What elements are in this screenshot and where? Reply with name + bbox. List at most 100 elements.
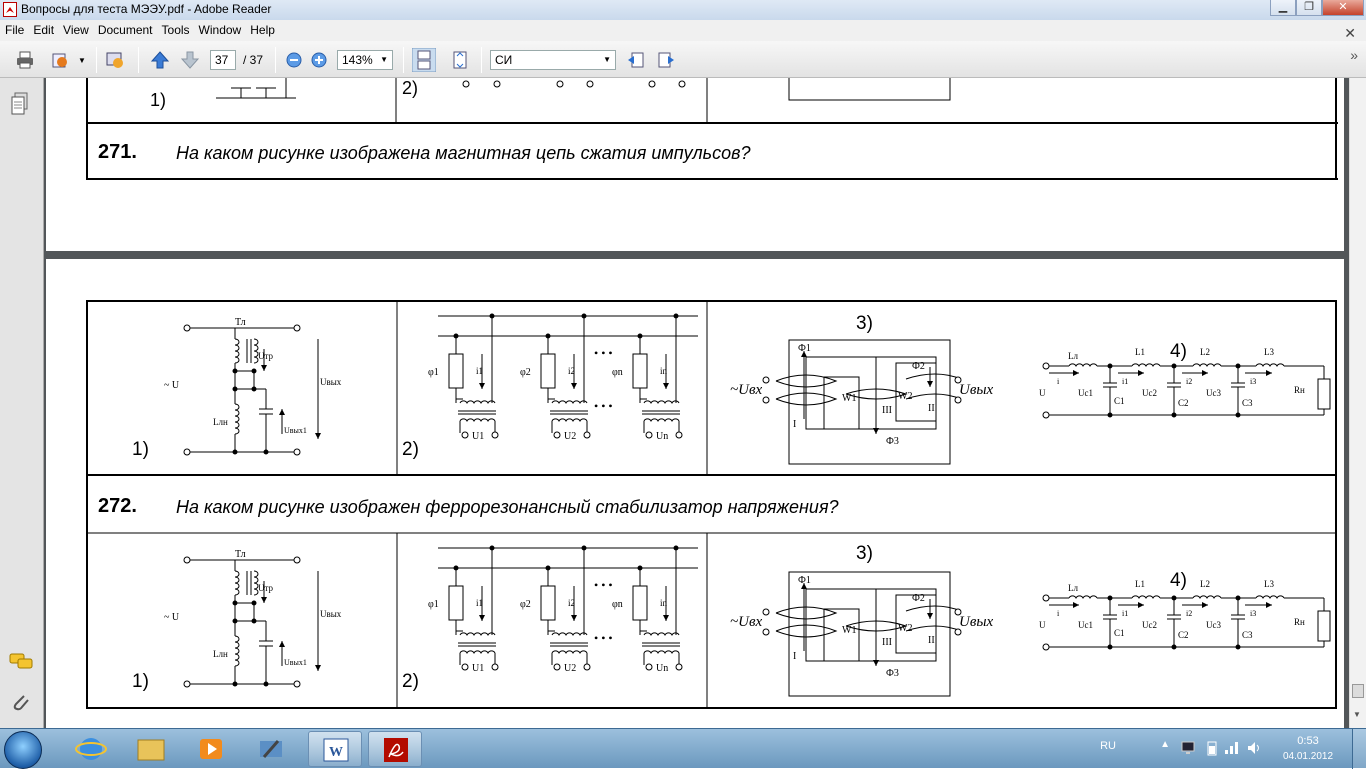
line-inductor	[1068, 595, 1098, 600]
adobe-reader-icon	[384, 738, 408, 762]
figure-label-3-repeat: 3)	[856, 543, 873, 564]
clock-date[interactable]: 04.01.2012	[1278, 751, 1338, 762]
pages-panel-icon[interactable]	[10, 92, 30, 116]
menu-edit[interactable]: Edit	[28, 20, 58, 37]
pdf-app-icon	[3, 2, 17, 17]
start-button[interactable]	[4, 731, 42, 769]
taskbar-ie[interactable]	[64, 731, 118, 767]
fig3-label-uout: Uвых	[959, 614, 994, 630]
comments-icon[interactable]	[9, 652, 33, 672]
taskbar-tools[interactable]	[244, 731, 298, 767]
find-next-icon[interactable]	[656, 50, 676, 70]
arrow-head	[1073, 602, 1079, 608]
terminal	[1042, 594, 1050, 602]
volume-icon[interactable]	[1246, 740, 1262, 756]
inductor-l3	[1255, 595, 1285, 600]
share-dropdown-icon[interactable]: ▼	[78, 56, 86, 65]
fig4-label-uc1: Uc1	[1078, 620, 1093, 630]
pdf-page-previous: 1) 2) 271. На каком рисунке изображена м…	[46, 78, 1344, 251]
taskbar: W RU ▲ 0:53 04.01.2012	[0, 728, 1366, 769]
page-number-input[interactable]: 37	[210, 50, 236, 70]
menu-view[interactable]: View	[58, 20, 93, 37]
battery-icon[interactable]	[1206, 740, 1218, 756]
attach-icon[interactable]	[105, 50, 125, 70]
attachments-icon[interactable]	[10, 692, 32, 714]
toolbar-expand-icon[interactable]: »	[1350, 47, 1358, 63]
fig2-label-phi-3: φn	[612, 599, 623, 610]
minimize-button[interactable]: ▁	[1270, 0, 1296, 16]
fig2-label-u-2: U2	[564, 663, 576, 674]
zoom-select[interactable]: 143% ▼	[337, 50, 393, 70]
close-document-icon[interactable]: ✕	[1339, 22, 1360, 42]
question-271-number: 271.	[98, 141, 137, 163]
fig2-label-phi-3: φn	[612, 367, 623, 378]
node	[263, 681, 269, 687]
scrolling-mode-icon[interactable]	[412, 48, 436, 72]
print-icon[interactable]	[15, 50, 35, 70]
find-previous-icon[interactable]	[626, 50, 646, 70]
menu-bar: File Edit View Document Tools Window Help ✕	[0, 20, 1366, 41]
previous-page-icon[interactable]	[150, 50, 170, 70]
find-input[interactable]: СИ ▼	[490, 50, 616, 70]
fig4-label-uc1: Uc1	[1078, 388, 1093, 398]
taskbar-word[interactable]: W	[308, 731, 362, 767]
fig4-label-c2: C2	[1178, 398, 1189, 408]
question-272-number: 272.	[98, 495, 137, 517]
taskbar-adobe-reader[interactable]	[368, 731, 422, 767]
show-desktop-button[interactable]	[1352, 729, 1366, 769]
fig4-label-u: U	[1039, 388, 1046, 398]
fig2-label-phi-1: φ1	[428, 367, 439, 378]
share-icon[interactable]	[50, 50, 70, 70]
maximize-button[interactable]: ❐	[1296, 0, 1322, 16]
nonlinear-resistor	[540, 585, 556, 621]
language-indicator[interactable]: RU	[1100, 740, 1116, 752]
fig3-label-f1: Ф1	[798, 575, 811, 586]
fig2-label-u-1: U1	[472, 663, 484, 674]
fig3-label-f2: Ф2	[912, 361, 925, 372]
fig4-label-c3: C3	[1242, 398, 1253, 408]
document-viewport[interactable]: 1) 2) 271. На каком рисунке изображена м…	[0, 78, 1349, 728]
zoom-dropdown-icon[interactable]: ▼	[380, 55, 388, 64]
terminal-in-top	[183, 324, 191, 332]
question-272-text: На каком рисунке изображен феррорезонанс…	[176, 497, 839, 517]
signal-icon[interactable]	[1224, 739, 1240, 755]
menu-file[interactable]: File	[0, 20, 28, 37]
network-icon[interactable]	[1180, 741, 1196, 755]
arrow-head	[1202, 370, 1208, 376]
terminal	[553, 431, 561, 439]
arrow-head	[1073, 370, 1079, 376]
vertical-scrollbar[interactable]: ▼	[1349, 78, 1366, 728]
node	[1171, 412, 1177, 418]
terminal	[583, 431, 591, 439]
fig4-label-i: i	[1057, 609, 1060, 618]
terminal-in-bottom	[183, 680, 191, 688]
transformer-secondary-coil	[643, 650, 680, 655]
menu-help[interactable]: Help	[245, 20, 279, 37]
next-page-icon[interactable]	[180, 50, 200, 70]
terminal-out-top	[293, 324, 301, 332]
find-dropdown-icon[interactable]: ▼	[603, 55, 611, 64]
menu-document[interactable]: Document	[93, 20, 157, 37]
fig3-label-f3: Ф3	[886, 436, 899, 447]
scrollbar-thumb[interactable]	[1352, 684, 1364, 698]
title-bar: Вопросы для теста МЭЭУ.pdf - Adobe Reade…	[0, 0, 1366, 20]
menu-tools[interactable]: Tools	[157, 20, 194, 37]
scroll-down-icon[interactable]: ▼	[1353, 710, 1361, 719]
fig4-label-c1: C1	[1114, 628, 1125, 638]
fig2-ellipsis-top: • • •	[594, 346, 613, 360]
transformer-secondary-coil	[459, 418, 496, 423]
menu-window[interactable]: Window	[194, 20, 246, 37]
zoom-out-icon[interactable]	[284, 50, 304, 70]
arrow-head	[927, 381, 933, 387]
taskbar-media[interactable]	[184, 731, 238, 767]
show-hidden-icons[interactable]: ▲	[1160, 739, 1170, 750]
fig4-label-c1: C1	[1114, 396, 1125, 406]
inductor-l2	[1192, 595, 1222, 600]
terminal	[1042, 411, 1050, 419]
clock-time[interactable]: 0:53	[1278, 735, 1338, 747]
taskbar-explorer[interactable]	[124, 731, 178, 767]
arrow-head	[261, 365, 267, 371]
close-button[interactable]: ✕	[1322, 0, 1364, 16]
zoom-in-icon[interactable]	[309, 50, 329, 70]
fit-page-icon[interactable]	[450, 50, 470, 70]
